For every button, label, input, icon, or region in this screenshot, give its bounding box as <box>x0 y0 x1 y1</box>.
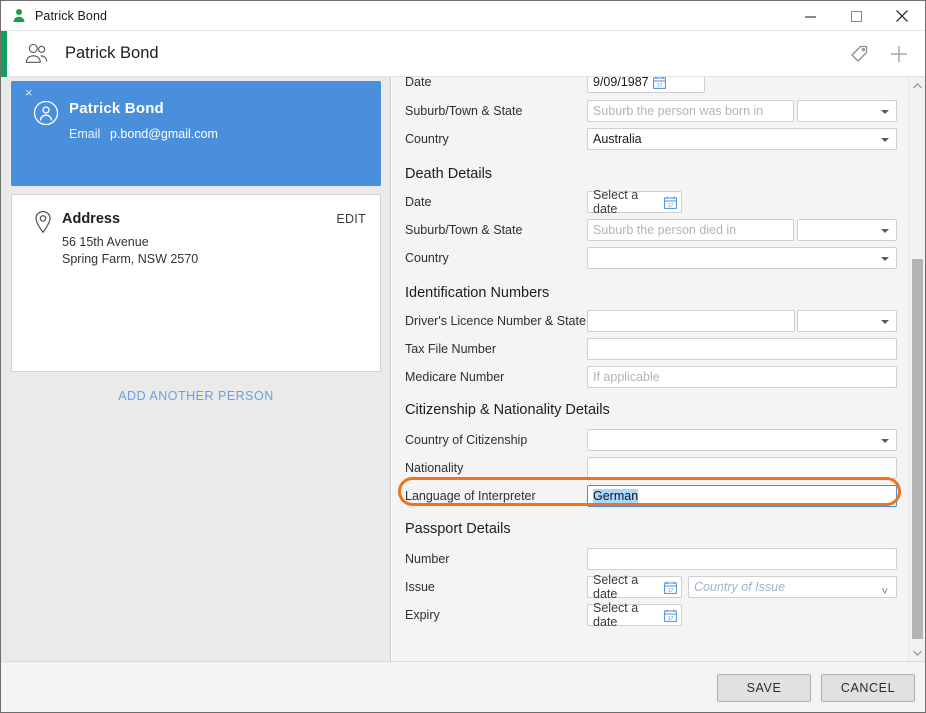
tax-file-number-input[interactable] <box>587 338 897 360</box>
death-country-label: Country <box>405 251 449 265</box>
close-button[interactable] <box>879 1 925 31</box>
passport-number-input[interactable] <box>587 548 897 570</box>
birth-date-input[interactable]: 9/09/1987 17 <box>587 77 705 93</box>
passport-issue-country-select[interactable]: Country of Issue ˅ <box>688 576 897 598</box>
language-of-interpreter-input[interactable]: German <box>587 485 897 507</box>
birth-country-select[interactable]: Australia <box>587 128 897 150</box>
person-card-patrick-bond[interactable]: × Patrick Bond Email p.bond@gmail.com <box>11 81 381 186</box>
remove-person-icon[interactable]: × <box>25 86 33 99</box>
calendar-icon[interactable]: 17 <box>652 77 666 89</box>
add-another-person-link[interactable]: ADD ANOTHER PERSON <box>1 389 391 403</box>
birth-date-label: Date <box>405 77 432 89</box>
window-controls <box>787 1 925 31</box>
passport-issue-label: Issue <box>405 580 435 594</box>
death-date-value: Select a date <box>593 188 639 216</box>
birth-suburb-label: Suburb/Town & State <box>405 104 523 118</box>
add-icon[interactable] <box>879 31 919 77</box>
address-line-1: 56 15th Avenue <box>62 235 149 249</box>
page-header: Patrick Bond <box>1 31 925 77</box>
accent-bar <box>1 31 7 77</box>
tag-icon[interactable] <box>839 31 879 77</box>
svg-text:17: 17 <box>656 83 662 89</box>
chevron-down-icon <box>881 320 889 324</box>
avatar <box>33 100 59 126</box>
cancel-button[interactable]: CANCEL <box>821 674 915 702</box>
language-of-interpreter-value: German <box>593 489 639 503</box>
birth-country-value: Australia <box>593 132 642 146</box>
content-area: × Patrick Bond Email p.bond@gmail.com Ad… <box>1 77 925 661</box>
nationality-input[interactable] <box>587 457 897 479</box>
svg-text:17: 17 <box>668 203 674 209</box>
svg-text:17: 17 <box>668 588 674 594</box>
birth-state-select[interactable] <box>797 100 897 122</box>
address-edit-link[interactable]: EDIT <box>336 212 366 226</box>
scroll-up-icon[interactable] <box>909 77 925 94</box>
section-passport-details: Passport Details <box>405 521 511 537</box>
licence-state-select[interactable] <box>797 310 897 332</box>
country-of-citizenship-select[interactable] <box>587 429 897 451</box>
chevron-down-icon <box>881 110 889 114</box>
scroll-down-icon[interactable] <box>909 644 925 661</box>
chevron-down-icon <box>881 257 889 261</box>
death-suburb-label: Suburb/Town & State <box>405 223 523 237</box>
passport-expiry-date-value: Select a date <box>593 601 639 629</box>
country-of-citizenship-label: Country of Citizenship <box>405 433 528 447</box>
passport-issue-date-value: Select a date <box>593 573 639 601</box>
tax-file-number-label: Tax File Number <box>405 342 496 356</box>
details-form: Date 9/09/1987 17 Suburb/Town & State Su… <box>392 77 925 661</box>
section-death-details: Death Details <box>405 166 493 182</box>
passport-issue-country-value: Country of Issue <box>694 580 786 594</box>
title-bar: Patrick Bond <box>1 1 925 31</box>
save-button[interactable]: SAVE <box>717 674 811 702</box>
death-country-select[interactable] <box>587 247 897 269</box>
person-email-value: p.bond@gmail.com <box>110 127 218 141</box>
dialog-footer: SAVE CANCEL <box>1 661 925 712</box>
birth-country-label: Country <box>405 132 449 146</box>
death-state-select[interactable] <box>797 219 897 241</box>
people-icon <box>23 42 51 66</box>
person-name: Patrick Bond <box>69 100 164 117</box>
section-citizenship-details: Citizenship & Nationality Details <box>405 402 610 418</box>
birth-date-value: 9/09/1987 <box>593 77 649 89</box>
death-date-label: Date <box>405 195 432 209</box>
person-email-label: Email <box>69 127 101 141</box>
passport-number-label: Number <box>405 552 450 566</box>
passport-expiry-label: Expiry <box>405 608 440 622</box>
chevron-down-icon <box>881 439 889 443</box>
birth-suburb-input[interactable]: Suburb the person was born in <box>587 100 794 122</box>
calendar-icon[interactable]: 17 <box>664 581 677 594</box>
nationality-label: Nationality <box>405 461 464 475</box>
svg-text:17: 17 <box>668 616 674 622</box>
passport-expiry-date-input[interactable]: Select a date 17 <box>587 601 682 629</box>
section-identification-numbers: Identification Numbers <box>405 285 550 301</box>
death-date-input[interactable]: Select a date 17 <box>587 188 682 216</box>
calendar-icon[interactable]: 17 <box>664 609 677 622</box>
address-card: Address EDIT 56 15th Avenue Spring Farm,… <box>11 194 381 372</box>
death-suburb-input[interactable]: Suburb the person died in <box>587 219 794 241</box>
medicare-number-input[interactable]: If applicable <box>587 366 897 388</box>
passport-issue-date-input[interactable]: Select a date 17 <box>587 573 682 601</box>
licence-label: Driver's Licence Number & State <box>405 314 586 328</box>
window-title: Patrick Bond <box>35 8 108 23</box>
chevron-down-icon <box>881 229 889 233</box>
form-scrollbar[interactable] <box>908 77 925 661</box>
licence-number-input[interactable] <box>587 310 795 332</box>
calendar-icon[interactable]: 17 <box>664 196 677 209</box>
maximize-button[interactable] <box>833 1 879 31</box>
location-pin-icon <box>32 210 54 234</box>
person-icon <box>11 8 27 24</box>
chevron-down-icon <box>881 138 889 142</box>
minimize-button[interactable] <box>787 1 833 31</box>
address-line-2: Spring Farm, NSW 2570 <box>62 252 199 266</box>
chevron-down-icon: ˅ <box>881 586 888 598</box>
language-of-interpreter-label: Language of Interpreter <box>405 489 536 503</box>
header-actions <box>839 31 919 77</box>
scrollbar-thumb[interactable] <box>912 259 923 639</box>
page-title: Patrick Bond <box>65 44 159 62</box>
address-title: Address <box>62 211 121 227</box>
medicare-number-label: Medicare Number <box>405 370 505 384</box>
people-sidebar: × Patrick Bond Email p.bond@gmail.com Ad… <box>1 77 391 661</box>
application-window: Patrick Bond Patrick Bond × Patrick Bond… <box>0 0 926 713</box>
